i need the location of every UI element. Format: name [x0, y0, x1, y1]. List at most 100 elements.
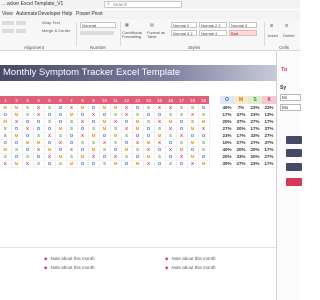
symptom-cell[interactable]: S	[154, 153, 166, 161]
format-as-table-button[interactable]: Format as Table	[147, 31, 169, 39]
symptom-cell[interactable]: S	[165, 111, 177, 119]
symptom-cell[interactable]: S	[22, 153, 34, 161]
symptom-cell[interactable]: M	[132, 118, 144, 126]
symptom-cell[interactable]: S	[165, 132, 177, 140]
symptom-cell[interactable]: M	[33, 139, 45, 147]
symptom-cell[interactable]: X	[77, 118, 89, 126]
symptom-cell[interactable]: M	[132, 125, 144, 133]
align-top-button[interactable]	[2, 21, 14, 25]
symptom-cell[interactable]: O	[99, 153, 111, 161]
symptom-cell[interactable]: X	[165, 104, 177, 112]
symptom-cell[interactable]: X	[154, 104, 166, 112]
style-normal-2-2[interactable]: Normal 2 2	[199, 22, 227, 28]
symptom-cell[interactable]: O	[154, 111, 166, 119]
symptom-cell[interactable]: X	[88, 153, 100, 161]
conditional-formatting-button[interactable]: Conditional Formatting	[122, 31, 144, 39]
note-item[interactable]: ◆ Note about this month	[165, 265, 216, 271]
symptom-cell[interactable]: S	[187, 104, 199, 112]
symptom-cell[interactable]: O	[198, 153, 210, 161]
symptom-cell[interactable]: M	[88, 132, 100, 140]
symptom-cell[interactable]: X	[33, 146, 45, 154]
search-box[interactable]: ⌕ Search	[104, 1, 182, 8]
symptom-cell[interactable]: O	[176, 125, 188, 133]
symptom-cell[interactable]: O	[0, 111, 12, 119]
symptom-cell[interactable]: O	[22, 146, 34, 154]
style-normal-2[interactable]: Normal 2	[171, 22, 197, 28]
symptom-cell[interactable]: O	[110, 146, 122, 154]
wrap-text-button[interactable]: Wrap Text	[42, 20, 60, 25]
symptom-cell[interactable]: O	[55, 104, 67, 112]
symptom-cell[interactable]: O	[77, 125, 89, 133]
symptom-cell[interactable]: S	[110, 111, 122, 119]
symptom-cell[interactable]: M	[143, 153, 155, 161]
symptom-cell[interactable]: O	[143, 111, 155, 119]
symptom-cell[interactable]: M	[44, 146, 56, 154]
note-item[interactable]: ◆ Note about this month	[44, 256, 95, 262]
symptom-cell[interactable]: X	[0, 160, 12, 168]
symptom-cell[interactable]: M	[77, 153, 89, 161]
symptom-cell[interactable]: O	[143, 132, 155, 140]
symptom-cell[interactable]: X	[176, 132, 188, 140]
symptom-cell[interactable]: O	[88, 160, 100, 168]
symptom-input-1[interactable]: Mi	[280, 94, 301, 101]
symptom-cell[interactable]: S	[55, 160, 67, 168]
symptom-cell[interactable]: S	[88, 139, 100, 147]
symptom-cell[interactable]: M	[11, 132, 23, 140]
style-normal-4[interactable]: Normal 4	[199, 30, 227, 36]
symptom-cell[interactable]: M	[176, 146, 188, 154]
symptom-cell[interactable]: O	[88, 104, 100, 112]
symptom-cell[interactable]: M	[99, 118, 111, 126]
symptom-cell[interactable]: X	[176, 153, 188, 161]
symptom-cell[interactable]: X	[11, 118, 23, 126]
symptom-cell[interactable]: X	[187, 111, 199, 119]
symptom-cell[interactable]: S	[0, 153, 12, 161]
symptom-cell[interactable]: O	[22, 118, 34, 126]
symptom-cell[interactable]: M	[0, 104, 12, 112]
symptom-cell[interactable]: M	[55, 153, 67, 161]
symptom-cell[interactable]: M	[11, 104, 23, 112]
number-format-buttons[interactable]	[80, 31, 114, 35]
note-item[interactable]: ◆ Note about this month	[165, 256, 216, 262]
symptom-cell[interactable]: O	[44, 139, 56, 147]
tab-help[interactable]: Help	[62, 11, 72, 17]
symptom-cell[interactable]: X	[110, 118, 122, 126]
tab-power-pivot[interactable]: Power Pivot	[76, 11, 103, 17]
symptom-cell[interactable]: X	[110, 153, 122, 161]
symptom-cell[interactable]: O	[198, 132, 210, 140]
symptom-cell[interactable]: O	[121, 139, 133, 147]
symptom-cell[interactable]: M	[143, 139, 155, 147]
style-normal-3-2[interactable]: Normal 3 2	[171, 30, 197, 36]
symptom-cell[interactable]: S	[121, 153, 133, 161]
symptom-cell[interactable]: M	[11, 111, 23, 119]
symptom-cell[interactable]: S	[44, 104, 56, 112]
symptom-cell[interactable]: X	[77, 132, 89, 140]
symptom-cell[interactable]: M	[198, 118, 210, 126]
symptom-cell[interactable]: X	[0, 132, 12, 140]
symptom-input-2[interactable]: Mo	[280, 104, 301, 111]
symptom-cell[interactable]: O	[121, 160, 133, 168]
symptom-cell[interactable]: S	[55, 132, 67, 140]
symptom-cell[interactable]: O	[154, 146, 166, 154]
worksheet[interactable]: Monthly Symptom Tracker Excel Template 1…	[0, 52, 276, 300]
symptom-cell[interactable]: S	[198, 139, 210, 147]
symptom-cell[interactable]: S	[11, 146, 23, 154]
insert-button[interactable]: Insert	[268, 33, 278, 38]
symptom-cell[interactable]: X	[187, 160, 199, 168]
symptom-cell[interactable]: X	[55, 139, 67, 147]
symptom-cell[interactable]: S	[154, 125, 166, 133]
style-normal-3[interactable]: Normal 3	[229, 22, 257, 28]
symptom-cell[interactable]: M	[99, 125, 111, 133]
symptom-cell[interactable]: M	[66, 111, 78, 119]
symptom-cell[interactable]: M	[187, 153, 199, 161]
symptom-cell[interactable]: M	[11, 160, 23, 168]
symptom-cell[interactable]: X	[121, 111, 133, 119]
symptom-cell[interactable]: S	[143, 104, 155, 112]
symptom-cell[interactable]: O	[176, 160, 188, 168]
symptom-cell[interactable]: X	[154, 118, 166, 126]
symptom-cell[interactable]: O	[66, 139, 78, 147]
symptom-cell[interactable]: S	[176, 111, 188, 119]
symptom-cell[interactable]: O	[77, 160, 89, 168]
symptom-cell[interactable]: M	[198, 160, 210, 168]
delete-button[interactable]: Delete	[283, 33, 295, 38]
symptom-cell[interactable]: M	[110, 104, 122, 112]
